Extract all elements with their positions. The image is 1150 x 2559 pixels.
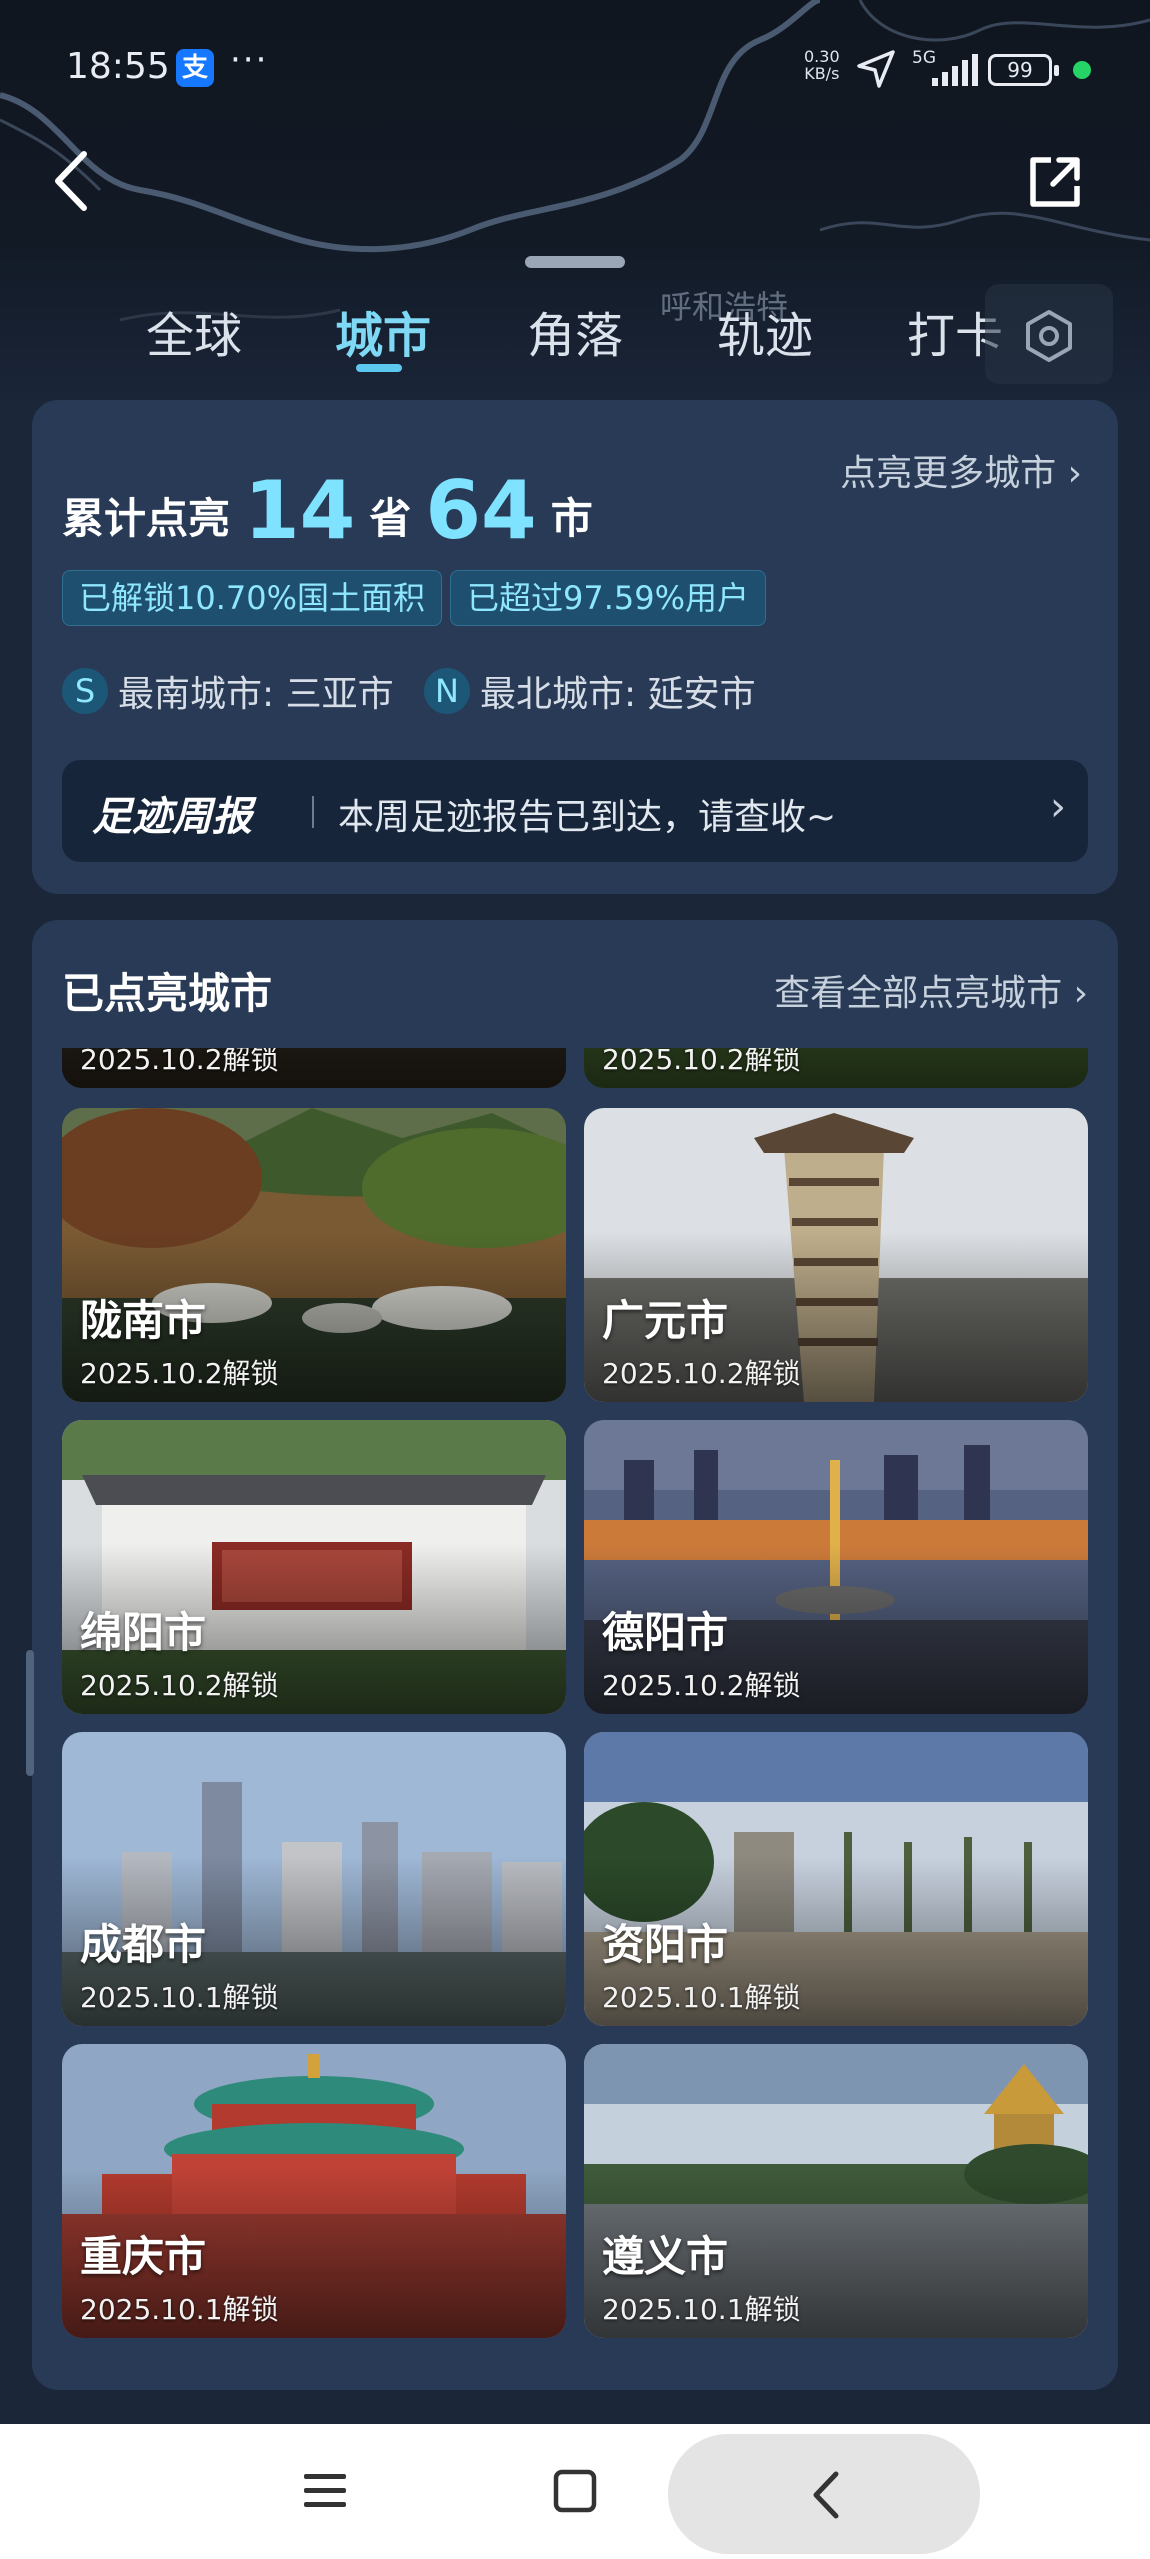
city-unlock-date: 2025.10.1解锁 bbox=[602, 2293, 801, 2326]
location-arrow-icon bbox=[857, 50, 895, 88]
weekly-report-title: 足迹周报 bbox=[92, 794, 252, 840]
view-all-cities-label: 查看全部点亮城市 bbox=[774, 973, 1063, 1014]
city-unlock-date: 2025.10.2解锁 bbox=[80, 1669, 279, 1702]
settings-button[interactable] bbox=[985, 284, 1113, 384]
city-card[interactable]: 2025.10.2解锁 bbox=[62, 1048, 566, 1088]
city-grid: 2025.10.2解锁 2025.10.2解锁 陇南市 2025.10.2解锁 … bbox=[62, 1048, 1088, 2370]
city-count: 64 bbox=[425, 464, 537, 557]
net-speed: 0.30 KB/s bbox=[804, 48, 840, 82]
province-count: 14 bbox=[244, 464, 356, 557]
city-unlock-date: 2025.10.2解锁 bbox=[602, 1048, 801, 1076]
drag-handle[interactable] bbox=[525, 256, 625, 268]
net-speed-value: 0.30 bbox=[804, 47, 840, 66]
city-name: 重庆市 bbox=[80, 2232, 207, 2281]
city-unit: 市 bbox=[550, 494, 593, 543]
tab-corner[interactable]: 角落 bbox=[510, 296, 640, 366]
city-card-deyang[interactable]: 德阳市 2025.10.2解锁 bbox=[584, 1420, 1088, 1714]
battery-icon: 99 bbox=[988, 54, 1059, 86]
city-unlock-date: 2025.10.2解锁 bbox=[602, 1357, 801, 1390]
southmost-city: S 最南城市: 三亚市 bbox=[62, 664, 394, 718]
active-tab-indicator bbox=[356, 364, 402, 372]
lit-label: 累计点亮 bbox=[62, 494, 231, 543]
signal-strength-icon bbox=[932, 54, 978, 86]
city-unlock-date: 2025.10.1解锁 bbox=[80, 2293, 279, 2326]
city-unlock-date: 2025.10.1解锁 bbox=[80, 1981, 279, 2014]
back-chevron-icon bbox=[813, 2471, 839, 2519]
view-all-cities-link[interactable]: 查看全部点亮城市 › bbox=[774, 964, 1088, 1016]
system-nav-bar bbox=[0, 2424, 1150, 2559]
lit-cities-title: 已点亮城市 bbox=[62, 969, 273, 1018]
tab-bar: 全球 城市 角落 轨迹 打卡 bbox=[0, 296, 1150, 386]
status-time: 18:55 bbox=[66, 46, 170, 87]
divider bbox=[312, 796, 314, 828]
city-name: 广元市 bbox=[602, 1296, 729, 1345]
users-exceeded-chip: 已超过97.59%用户 bbox=[450, 570, 767, 626]
northmost-city: N 最北城市: 延安市 bbox=[424, 664, 756, 718]
city-name: 成都市 bbox=[80, 1920, 207, 1969]
city-card-ziyang[interactable]: 资阳市 2025.10.1解锁 bbox=[584, 1732, 1088, 2026]
hexagon-settings-icon bbox=[1026, 310, 1072, 362]
northmost-city-text: 最北城市: 延安市 bbox=[480, 674, 756, 715]
city-card-zunyi[interactable]: 遵义市 2025.10.1解锁 bbox=[584, 2044, 1088, 2338]
weekly-report-banner[interactable]: 足迹周报 本周足迹报告已到达，请查收~ › bbox=[62, 760, 1088, 862]
city-name: 绵阳市 bbox=[80, 1608, 207, 1657]
southmost-city-text: 最南城市: 三亚市 bbox=[118, 674, 394, 715]
share-external-icon[interactable] bbox=[1025, 152, 1085, 212]
city-unlock-date: 2025.10.2解锁 bbox=[602, 1669, 801, 1702]
lit-cities-card: 已点亮城市 查看全部点亮城市 › 2025.10.2解锁 2025.10.2解锁 bbox=[32, 920, 1118, 2390]
menu-icon[interactable] bbox=[300, 2468, 350, 2514]
privacy-indicator-dot bbox=[1073, 61, 1091, 79]
city-unlock-date: 2025.10.1解锁 bbox=[602, 1981, 801, 2014]
more-notifications-icon: ··· bbox=[230, 40, 269, 80]
city-name: 资阳市 bbox=[602, 1920, 729, 1969]
scrollbar[interactable] bbox=[26, 1650, 34, 1776]
city-card-chongqing[interactable]: 重庆市 2025.10.1解锁 bbox=[62, 2044, 566, 2338]
city-card-chengdu[interactable]: 成都市 2025.10.1解锁 bbox=[62, 1732, 566, 2026]
tab-global[interactable]: 全球 bbox=[129, 296, 259, 366]
light-more-cities-label: 点亮更多城市 bbox=[840, 453, 1057, 494]
summary-card: 点亮更多城市 › 累计点亮 14 省 64 市 已解锁10.70%国土面积 已超… bbox=[32, 400, 1118, 894]
tab-track[interactable]: 轨迹 bbox=[700, 296, 830, 366]
city-unlock-date: 2025.10.2解锁 bbox=[80, 1048, 279, 1076]
chevron-right-icon: › bbox=[1050, 784, 1066, 830]
alipay-icon: 支 bbox=[176, 49, 214, 87]
home-square-icon[interactable] bbox=[552, 2468, 598, 2514]
status-bar: 18:55 支 ··· 0.30 KB/s 5G 99 bbox=[0, 0, 1150, 140]
city-card-guangyuan[interactable]: 广元市 2025.10.2解锁 bbox=[584, 1108, 1088, 1402]
back-arrow-icon[interactable] bbox=[48, 148, 96, 214]
city-name: 德阳市 bbox=[602, 1608, 729, 1657]
north-badge: N bbox=[424, 668, 470, 714]
city-unlock-date: 2025.10.2解锁 bbox=[80, 1357, 279, 1390]
province-unit: 省 bbox=[369, 494, 412, 543]
net-speed-unit: KB/s bbox=[804, 64, 840, 83]
chevron-right-icon: › bbox=[1062, 973, 1088, 1014]
city-name: 遵义市 bbox=[602, 2232, 729, 2281]
city-name: 陇南市 bbox=[80, 1296, 207, 1345]
south-badge: S bbox=[62, 668, 108, 714]
city-card-longnan[interactable]: 陇南市 2025.10.2解锁 bbox=[62, 1108, 566, 1402]
lit-count-row: 累计点亮 14 省 64 市 bbox=[62, 456, 593, 556]
weekly-report-text: 本周足迹报告已到达，请查收~ bbox=[338, 797, 837, 838]
city-card[interactable]: 2025.10.2解锁 bbox=[584, 1048, 1088, 1088]
area-unlocked-chip: 已解锁10.70%国土面积 bbox=[62, 570, 443, 626]
city-card-mianyang[interactable]: 绵阳市 2025.10.2解锁 bbox=[62, 1420, 566, 1714]
light-more-cities-link[interactable]: 点亮更多城市 › bbox=[840, 444, 1082, 496]
back-button[interactable] bbox=[668, 2434, 980, 2554]
chevron-right-icon: › bbox=[1056, 453, 1082, 494]
app-root: 呼和浩特 18:55 支 ··· 0.30 KB/s 5G 99 全球 城市 角… bbox=[0, 0, 1150, 2559]
tab-city[interactable]: 城市 bbox=[318, 296, 448, 366]
